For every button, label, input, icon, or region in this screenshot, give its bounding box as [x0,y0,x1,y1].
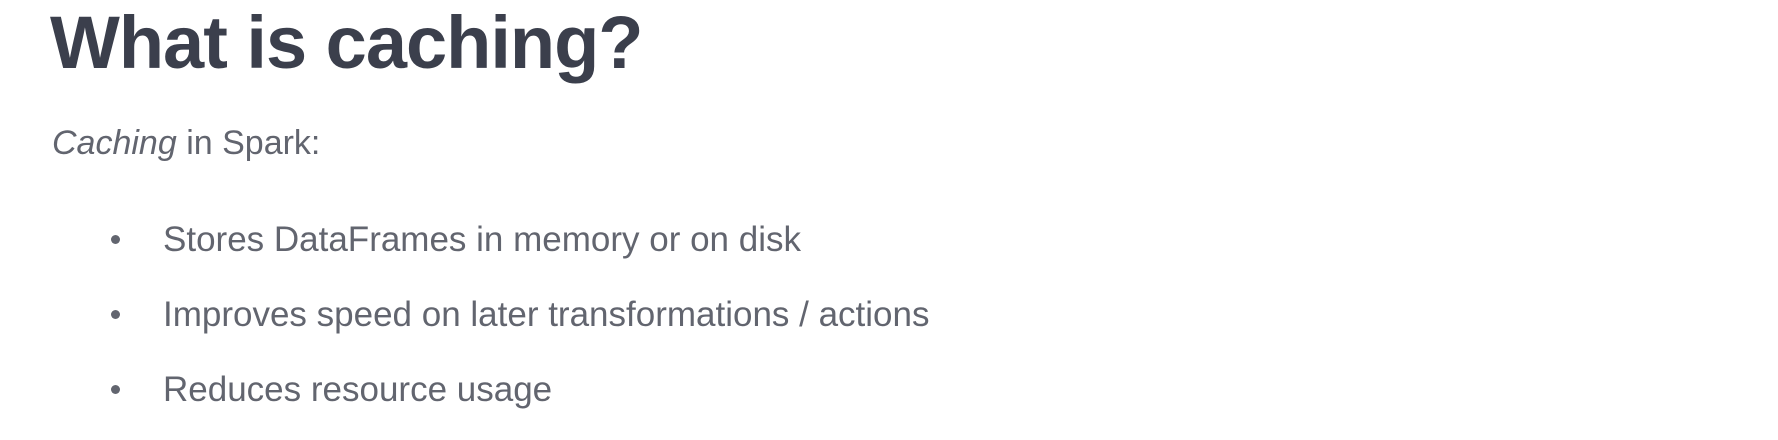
bullet-text: Stores DataFrames in memory or on disk [163,220,801,259]
bullet-dot-icon [111,235,120,244]
slide-title: What is caching? [50,1,644,84]
intro-emphasis: Caching [52,124,177,162]
bullet-text: Improves speed on later transformations … [163,295,930,334]
intro-line: Caching in Spark: [52,122,320,164]
bullet-text: Reduces resource usage [163,370,553,409]
bullet-dot-icon [111,385,120,394]
bullet-dot-icon [111,310,120,319]
intro-rest: in Spark: [176,124,321,162]
slide: What is caching? Caching in Spark: Store… [0,0,1778,432]
